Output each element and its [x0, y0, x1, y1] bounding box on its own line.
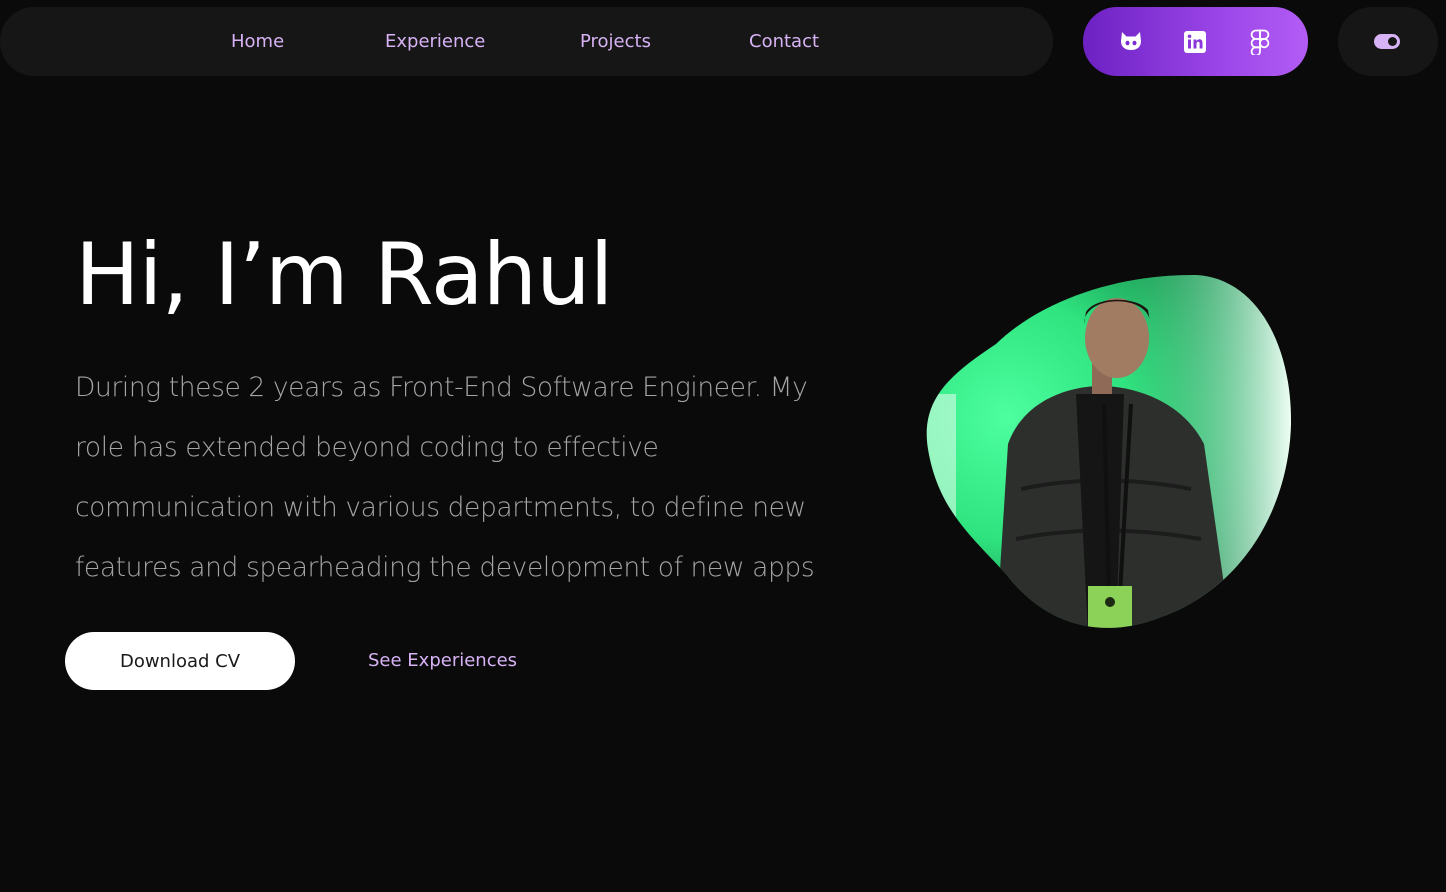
download-cv-button[interactable]: Download CV: [65, 632, 295, 690]
figma-icon[interactable]: [1245, 27, 1275, 57]
top-nav: Home Experience Projects Contact: [0, 7, 1053, 76]
toggle-icon[interactable]: [1374, 34, 1400, 49]
theme-toggle-container: [1338, 7, 1438, 76]
toggle-knob: [1388, 37, 1397, 46]
nav-link-contact[interactable]: Contact: [749, 7, 819, 76]
nav-link-projects[interactable]: Projects: [580, 7, 651, 76]
hero-description: During these 2 years as Front-End Softwa…: [75, 372, 815, 583]
hero-title: Hi, I’m Rahul: [75, 225, 614, 325]
nav-link-home[interactable]: Home: [231, 7, 284, 76]
linkedin-icon-graphic: [1184, 31, 1206, 53]
see-experiences-link[interactable]: See Experiences: [368, 650, 517, 671]
social-links: [1083, 7, 1308, 76]
github-icon[interactable]: [1116, 27, 1146, 57]
github-icon-graphic: [1121, 32, 1141, 50]
linkedin-icon[interactable]: [1180, 27, 1210, 57]
nav-link-experience[interactable]: Experience: [385, 7, 485, 76]
profile-photo: [926, 274, 1292, 628]
figma-icon-graphic: [1250, 29, 1270, 55]
